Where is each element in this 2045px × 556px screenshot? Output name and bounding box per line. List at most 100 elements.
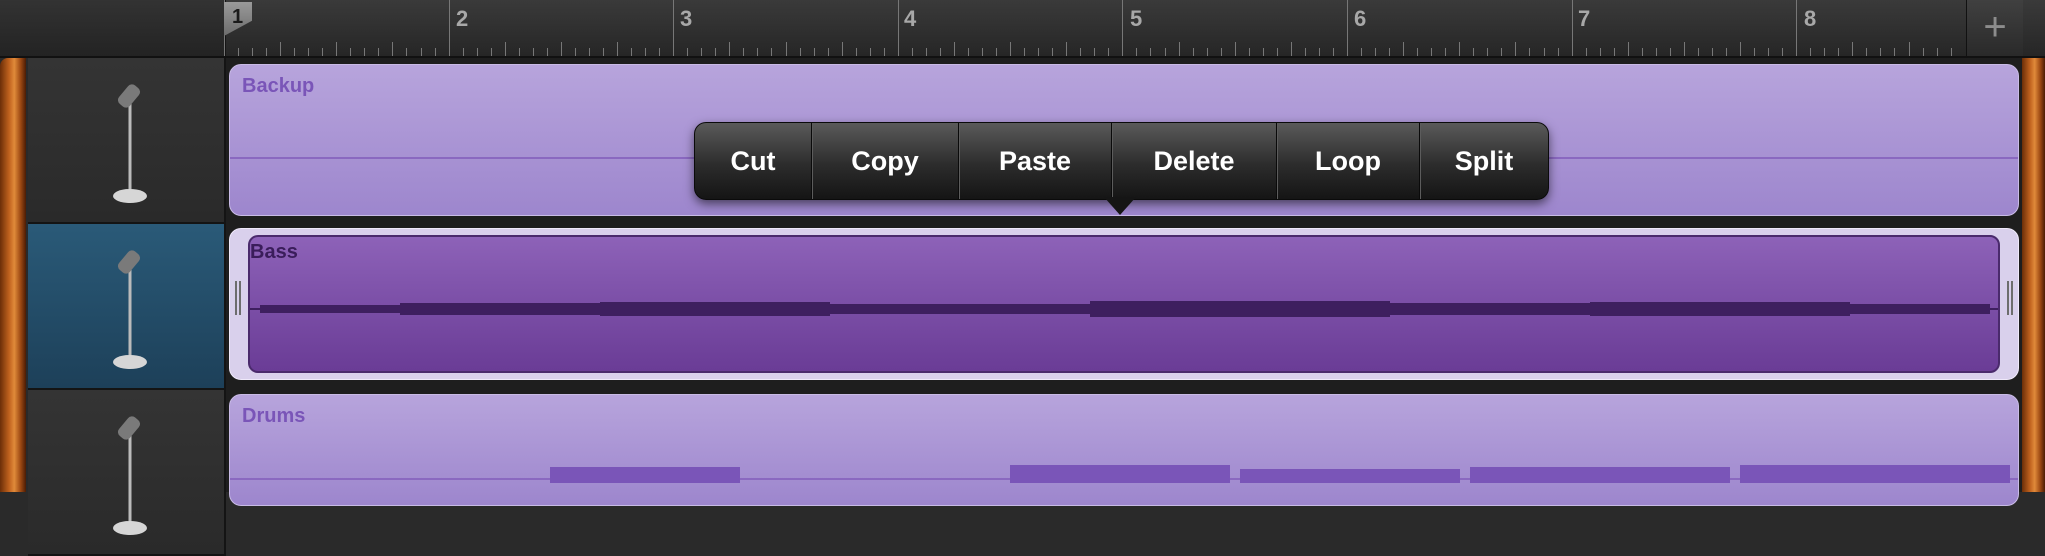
ruler-tick: [828, 48, 829, 56]
split-button[interactable]: Split: [1419, 123, 1548, 199]
ruler-tick: [1431, 48, 1432, 56]
ruler-tick: [659, 48, 660, 56]
ruler-tick: [1529, 48, 1530, 56]
ruler-tick: [1712, 48, 1713, 56]
ruler-tick: [1136, 48, 1137, 56]
paste-button[interactable]: Paste: [958, 123, 1111, 199]
ruler-tick: [687, 48, 688, 56]
cut-button[interactable]: Cut: [695, 123, 811, 199]
ruler-tick: [449, 0, 450, 56]
bar-number: 2: [456, 6, 469, 31]
ruler-tick: [1347, 0, 1348, 56]
region-name: Bass: [250, 241, 298, 263]
ruler-tick: [800, 48, 801, 56]
ruler-tick: [870, 48, 871, 56]
ruler-tick: [1614, 48, 1615, 56]
ruler-tick: [308, 48, 309, 56]
ruler-tick: [968, 48, 969, 56]
ruler-tick: [294, 48, 295, 56]
copy-button[interactable]: Copy: [811, 123, 958, 199]
plus-icon: +: [1983, 5, 2007, 49]
ruler-tick: [1080, 48, 1081, 56]
track-header-bass[interactable]: [28, 224, 226, 390]
timeline-ruler[interactable]: 2 3 4 5 6 7 8 1 +: [0, 0, 2045, 58]
track-header-backup[interactable]: [28, 58, 226, 224]
ruler-tick: [1544, 48, 1545, 56]
ruler-tick: [1796, 0, 1797, 56]
ruler-tick: [336, 42, 337, 56]
add-track-button[interactable]: +: [1966, 0, 2023, 56]
ruler-tick: [701, 48, 702, 56]
ruler-tick: [533, 48, 534, 56]
ruler-tick: [743, 48, 744, 56]
ruler-tick: [814, 48, 815, 56]
ruler-tick: [547, 48, 548, 56]
ruler-tick: [1782, 48, 1783, 56]
ruler-tick: [392, 42, 393, 56]
loop-button[interactable]: Loop: [1276, 123, 1419, 199]
ruler-tick: [505, 42, 506, 56]
ruler-tick: [926, 48, 927, 56]
ruler-tick: [1894, 48, 1895, 56]
ruler-tick: [519, 48, 520, 56]
ruler-tick: [786, 42, 787, 56]
ruler-tick: [1291, 42, 1292, 56]
ruler-tick: [463, 48, 464, 56]
ruler-tick: [1670, 48, 1671, 56]
ruler-tick: [617, 42, 618, 56]
track-header-drums[interactable]: [28, 390, 226, 556]
ruler-tick: [1459, 42, 1460, 56]
ruler-tick: [575, 48, 576, 56]
ruler-tick: [940, 48, 941, 56]
ruler-tick: [350, 48, 351, 56]
ruler-tick: [1923, 48, 1924, 56]
ruler-tick: [1333, 48, 1334, 56]
left-trim-handle[interactable]: [235, 281, 241, 315]
ruler-tick: [1558, 48, 1559, 56]
ruler-tick: [1094, 48, 1095, 56]
ruler-tick: [1193, 48, 1194, 56]
bar-number: 6: [1354, 6, 1367, 31]
ruler-tick: [1052, 48, 1053, 56]
ruler-tick: [982, 48, 983, 56]
region-bass-body[interactable]: Bass: [248, 235, 2000, 373]
ruler-tick: [421, 48, 422, 56]
ruler-tick: [1024, 48, 1025, 56]
ruler-tick: [645, 48, 646, 56]
ruler-tick: [757, 48, 758, 56]
ruler-tick: [715, 48, 716, 56]
ruler-tick: [491, 48, 492, 56]
right-wood-rail: [2022, 58, 2045, 492]
ruler-tick: [1375, 48, 1376, 56]
ruler-tick: [406, 48, 407, 56]
ruler-tick: [378, 48, 379, 56]
bass-waveform: [250, 301, 1998, 317]
delete-button[interactable]: Delete: [1111, 123, 1276, 199]
ruler-tick: [1150, 48, 1151, 56]
ruler-tick: [631, 48, 632, 56]
ruler-tick: [435, 48, 436, 56]
bar-number: 7: [1578, 6, 1591, 31]
ruler-tick: [1838, 48, 1839, 56]
ruler-tick: [1319, 48, 1320, 56]
ruler-tick: [266, 48, 267, 56]
region-bass[interactable]: Bass: [229, 228, 2019, 380]
ruler-tick: [1389, 48, 1390, 56]
ruler-tick: [1810, 48, 1811, 56]
right-trim-handle[interactable]: [2007, 281, 2013, 315]
region-drums[interactable]: Drums: [229, 394, 2019, 506]
bar-number: 8: [1804, 6, 1817, 31]
ruler-tick: [729, 42, 730, 56]
ruler-tick: [954, 42, 955, 56]
ruler-tick: [1165, 48, 1166, 56]
ruler-tick: [364, 48, 365, 56]
ruler-tick: [1403, 42, 1404, 56]
ruler-tick: [912, 48, 913, 56]
ruler-tick: [1249, 48, 1250, 56]
ruler-marks[interactable]: 2 3 4 5 6 7 8: [224, 0, 1968, 56]
ruler-tick: [1108, 48, 1109, 56]
menu-pointer: [1104, 197, 1136, 215]
ruler-tick: [1628, 42, 1629, 56]
ruler-tick: [1179, 42, 1180, 56]
ruler-tick: [1277, 48, 1278, 56]
